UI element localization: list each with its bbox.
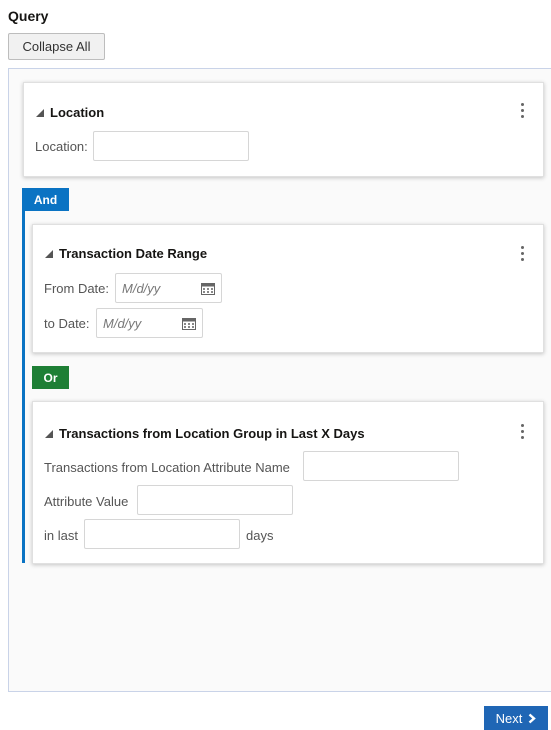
location-card-title: Location bbox=[50, 105, 105, 120]
group-connector-bar bbox=[22, 209, 25, 563]
kebab-icon[interactable] bbox=[521, 424, 525, 442]
attribute-value-input[interactable] bbox=[137, 485, 293, 515]
from-date-placeholder: M/d/yy bbox=[122, 281, 161, 296]
or-operator-badge[interactable]: Or bbox=[32, 366, 69, 389]
next-button[interactable]: Next bbox=[484, 706, 548, 730]
next-label: Next bbox=[495, 710, 523, 726]
date-range-card-title: Transaction Date Range bbox=[59, 246, 208, 261]
location-group-card: Transactions from Location Group in Last… bbox=[32, 401, 544, 564]
collapse-all-button[interactable]: Collapse All bbox=[8, 33, 105, 60]
days-suffix: days bbox=[246, 528, 274, 543]
calendar-icon[interactable] bbox=[201, 282, 215, 295]
kebab-icon[interactable] bbox=[521, 246, 525, 264]
chevron-right-icon bbox=[529, 713, 537, 723]
location-group-card-title: Transactions from Location Group in Last… bbox=[59, 426, 365, 441]
attribute-value-label: Attribute Value bbox=[44, 494, 129, 509]
and-operator-badge[interactable]: And bbox=[22, 188, 69, 211]
location-label: Location: bbox=[35, 139, 88, 154]
in-last-label: in last bbox=[44, 528, 78, 543]
location-group-card-header[interactable]: Transactions from Location Group in Last… bbox=[45, 426, 365, 441]
triangle-down-icon bbox=[45, 429, 53, 438]
page-title: Query bbox=[8, 8, 49, 24]
from-date-label: From Date: bbox=[44, 281, 110, 296]
date-range-card: Transaction Date Range From Date: M/d/yy… bbox=[32, 224, 544, 353]
location-input[interactable] bbox=[93, 131, 249, 161]
calendar-icon[interactable] bbox=[182, 317, 196, 330]
from-date-input[interactable]: M/d/yy bbox=[115, 273, 222, 303]
location-card-header[interactable]: Location bbox=[36, 105, 104, 120]
kebab-icon[interactable] bbox=[521, 103, 525, 121]
attribute-name-label: Transactions from Location Attribute Nam… bbox=[44, 460, 290, 475]
to-date-input[interactable]: M/d/yy bbox=[96, 308, 203, 338]
attribute-name-input[interactable] bbox=[303, 451, 459, 481]
triangle-down-icon bbox=[45, 249, 53, 258]
to-date-label: to Date: bbox=[44, 316, 90, 331]
location-card: Location Location: bbox=[23, 82, 544, 177]
date-range-card-header[interactable]: Transaction Date Range bbox=[45, 246, 207, 261]
triangle-down-icon bbox=[36, 108, 44, 117]
to-date-placeholder: M/d/yy bbox=[103, 316, 142, 331]
days-input[interactable] bbox=[84, 519, 240, 549]
